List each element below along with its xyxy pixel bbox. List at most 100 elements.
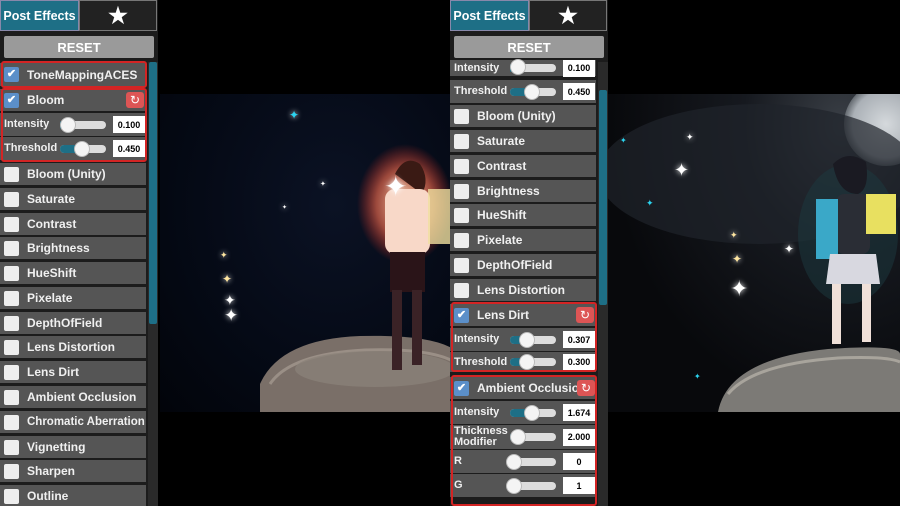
checkbox[interactable] bbox=[454, 232, 469, 248]
value-field[interactable]: 0.307 bbox=[563, 331, 595, 348]
effect-row-hueshift[interactable]: HueShift bbox=[450, 204, 596, 226]
effect-row-saturate[interactable]: Saturate bbox=[450, 130, 596, 152]
effect-label: Ambient Occlusion bbox=[27, 390, 137, 404]
effect-row-outline[interactable]: Outline bbox=[0, 485, 146, 506]
checkbox[interactable] bbox=[4, 315, 19, 331]
checkbox[interactable] bbox=[4, 339, 19, 355]
checkbox[interactable] bbox=[4, 389, 19, 405]
checkbox[interactable] bbox=[454, 133, 469, 149]
threshold-slider[interactable] bbox=[60, 140, 106, 157]
threshold-slider[interactable] bbox=[510, 354, 556, 370]
checkbox[interactable] bbox=[4, 265, 19, 281]
value-field[interactable]: 0.450 bbox=[113, 140, 145, 157]
effect-row-ambient-occlusion[interactable]: Ambient Occlusio bbox=[450, 377, 596, 399]
effect-row-ambient-occlusion[interactable]: Ambient Occlusion bbox=[0, 386, 146, 408]
effect-row-chromatic-aberration[interactable]: Chromatic Aberration bbox=[0, 411, 146, 433]
effect-row-bloom[interactable]: Bloom bbox=[0, 89, 146, 111]
sparkle-icon: ✦ bbox=[620, 136, 627, 145]
param-label: Intensity bbox=[454, 61, 500, 74]
scrollbar-left[interactable] bbox=[148, 62, 158, 506]
effect-row-bloom-unity[interactable]: Bloom (Unity) bbox=[0, 163, 146, 185]
tab-post-effects[interactable]: Post Effects bbox=[450, 0, 529, 31]
sparkle-icon: ✦ bbox=[732, 252, 743, 266]
effect-row-lens-distortion[interactable]: Lens Distortion bbox=[0, 336, 146, 358]
checkbox[interactable] bbox=[4, 166, 19, 182]
viewport-left[interactable]: ✦ ✦ ✦ ✦ ✦ ✦ ✦ ✦ bbox=[160, 94, 450, 412]
checkbox[interactable] bbox=[4, 463, 19, 479]
effect-row-contrast[interactable]: Contrast bbox=[450, 155, 596, 177]
scrollbar-thumb[interactable] bbox=[149, 62, 157, 324]
scrollbar-thumb[interactable] bbox=[599, 90, 607, 305]
effect-row-vignetting[interactable]: Vignetting bbox=[0, 436, 146, 458]
thickness-slider[interactable] bbox=[510, 429, 556, 445]
checkbox[interactable] bbox=[454, 158, 469, 174]
tab-favorites-star-icon[interactable]: ★ bbox=[79, 0, 157, 31]
checkbox[interactable] bbox=[4, 191, 19, 207]
effect-label: Brightness bbox=[27, 241, 90, 255]
reset-icon[interactable]: ↻ bbox=[577, 380, 595, 396]
sparkle-icon: ✦ bbox=[694, 372, 701, 381]
effect-row-pixelate[interactable]: Pixelate bbox=[450, 229, 596, 251]
value-field[interactable]: 0.100 bbox=[113, 116, 145, 133]
checkbox[interactable] bbox=[454, 207, 469, 223]
effect-row-sharpen[interactable]: Sharpen bbox=[0, 460, 146, 482]
param-label: Threshold bbox=[454, 355, 508, 368]
checkbox-checkmark-icon[interactable] bbox=[454, 380, 469, 396]
effect-row-brightness[interactable]: Brightness bbox=[0, 237, 146, 259]
reset-icon[interactable]: ↻ bbox=[126, 92, 144, 108]
effect-row-saturate[interactable]: Saturate bbox=[0, 188, 146, 210]
checkbox-checkmark-icon[interactable] bbox=[4, 92, 19, 108]
effect-row-lens-dirt[interactable]: Lens Dirt bbox=[0, 361, 146, 383]
viewport-right[interactable]: ✦ ✦ ✦ ✦ ✦ ✦ ✦ ✦ ✦ bbox=[608, 94, 900, 412]
effect-row-brightness[interactable]: Brightness bbox=[450, 180, 596, 202]
scrollbar-right[interactable] bbox=[598, 62, 608, 506]
value-field[interactable]: 0.100 bbox=[563, 59, 595, 77]
effect-row-tonemapping[interactable]: ToneMappingACES bbox=[0, 63, 146, 86]
effect-row-lens-distortion[interactable]: Lens Distortion bbox=[450, 279, 596, 301]
checkbox[interactable] bbox=[4, 216, 19, 232]
checkbox[interactable] bbox=[4, 290, 19, 306]
g-slider[interactable] bbox=[506, 477, 556, 494]
reset-button[interactable]: RESET bbox=[454, 36, 604, 58]
reset-icon[interactable]: ↻ bbox=[576, 307, 594, 323]
tab-favorites-star-icon[interactable]: ★ bbox=[529, 0, 607, 31]
tab-post-effects[interactable]: Post Effects bbox=[0, 0, 79, 31]
checkbox[interactable] bbox=[454, 282, 469, 298]
effect-label: Bloom bbox=[27, 93, 65, 107]
reset-button[interactable]: RESET bbox=[4, 36, 154, 58]
effect-row-contrast[interactable]: Contrast bbox=[0, 213, 146, 235]
checkbox[interactable] bbox=[454, 257, 469, 273]
intensity-slider[interactable] bbox=[510, 404, 556, 421]
checkbox-checkmark-icon[interactable] bbox=[454, 307, 469, 323]
effect-row-hueshift[interactable]: HueShift bbox=[0, 262, 146, 284]
value-field[interactable]: 0 bbox=[563, 453, 595, 470]
value-field[interactable]: 1 bbox=[563, 477, 595, 494]
effect-row-bloom-unity[interactable]: Bloom (Unity) bbox=[450, 105, 596, 127]
checkbox[interactable] bbox=[454, 183, 469, 199]
intensity-slider[interactable] bbox=[60, 116, 106, 133]
effect-row-depthoffield[interactable]: DepthOfField bbox=[450, 254, 596, 276]
r-slider[interactable] bbox=[506, 453, 556, 470]
effect-row-depthoffield[interactable]: DepthOfField bbox=[0, 312, 146, 334]
checkbox[interactable] bbox=[4, 414, 19, 430]
intensity-slider[interactable] bbox=[510, 331, 556, 348]
param-row-ao-intensity: Intensity 1.674 bbox=[450, 401, 596, 424]
threshold-slider[interactable] bbox=[510, 83, 556, 100]
value-field[interactable]: 0.450 bbox=[563, 83, 595, 100]
checkbox-checkmark-icon[interactable] bbox=[4, 67, 19, 82]
param-row-lensdirt-threshold: Threshold 0.300 bbox=[450, 352, 596, 372]
intensity-slider[interactable] bbox=[510, 59, 556, 75]
effect-row-pixelate[interactable]: Pixelate bbox=[0, 287, 146, 309]
value-field[interactable]: 2.000 bbox=[563, 428, 595, 446]
effect-row-lens-dirt[interactable]: Lens Dirt bbox=[450, 304, 596, 326]
sparkle-icon: ✦ bbox=[730, 276, 749, 301]
sparkle-icon: ✦ bbox=[220, 250, 228, 260]
effect-label: HueShift bbox=[477, 208, 527, 222]
checkbox[interactable] bbox=[454, 108, 469, 124]
checkbox[interactable] bbox=[4, 364, 19, 380]
checkbox[interactable] bbox=[4, 240, 19, 256]
checkbox[interactable] bbox=[4, 488, 19, 504]
value-field[interactable]: 0.300 bbox=[563, 353, 595, 371]
value-field[interactable]: 1.674 bbox=[563, 404, 595, 421]
checkbox[interactable] bbox=[4, 439, 19, 455]
